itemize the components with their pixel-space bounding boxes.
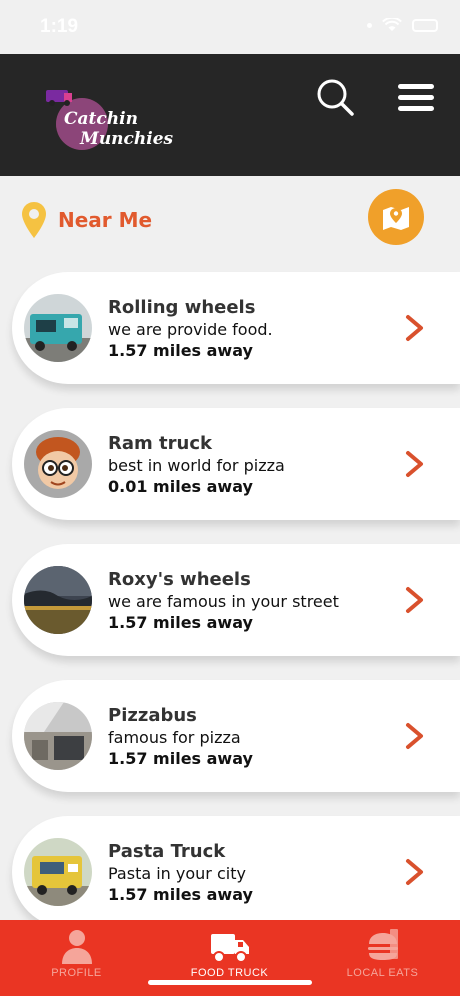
truck-card-rolling-wheels[interactable]: Rolling wheels we are provide food. 1.57… (12, 272, 460, 384)
truck-distance: 0.01 miles away (108, 477, 253, 496)
chevron-right-icon[interactable] (404, 858, 426, 886)
near-me-row: Near Me (22, 202, 152, 238)
app-header: Catchin Munchies (0, 54, 460, 176)
truck-description: best in world for pizza (108, 456, 285, 475)
truck-distance: 1.57 miles away (108, 613, 253, 632)
truck-card-pasta-truck[interactable]: Pasta Truck Pasta in your city 1.57 mile… (12, 816, 460, 928)
food-truck-list: Rolling wheels we are provide food. 1.57… (12, 272, 460, 952)
map-view-button[interactable] (368, 189, 424, 245)
status-time: 1:19 (40, 16, 79, 37)
truck-name: Rolling wheels (108, 297, 256, 318)
location-pin-icon (22, 202, 46, 238)
status-icons (367, 18, 438, 32)
home-indicator (148, 980, 312, 985)
truck-description: we are famous in your street (108, 592, 339, 611)
truck-description: Pasta in your city (108, 864, 246, 883)
truck-name: Pizzabus (108, 705, 197, 726)
truck-distance: 1.57 miles away (108, 749, 253, 768)
logo-text-2: Munchies (79, 129, 174, 149)
near-me-label: Near Me (58, 208, 153, 232)
truck-description: we are provide food. (108, 320, 273, 339)
truck-name: Roxy's wheels (108, 569, 251, 590)
tab-label: PROFILE (51, 967, 102, 979)
tab-label: LOCAL EATS (346, 967, 419, 979)
app-logo[interactable]: Catchin Munchies (42, 84, 182, 152)
truck-distance: 1.57 miles away (108, 341, 253, 360)
truck-name: Ram truck (108, 433, 212, 454)
map-icon (383, 207, 409, 230)
logo-text-1: Catchin (64, 109, 138, 129)
status-bar: 1:19 (0, 0, 460, 54)
truck-thumbnail (24, 702, 92, 770)
truck-card-ram-truck[interactable]: Ram truck best in world for pizza 0.01 m… (12, 408, 460, 520)
tab-local-eats[interactable]: LOCAL EATS (306, 920, 459, 996)
truck-description: famous for pizza (108, 728, 241, 747)
person-icon (61, 930, 92, 964)
truck-card-roxys-wheels[interactable]: Roxy's wheels we are famous in your stre… (12, 544, 460, 656)
search-icon[interactable] (314, 76, 356, 118)
chevron-right-icon[interactable] (404, 586, 426, 614)
wifi-icon (382, 18, 402, 31)
truck-thumbnail (24, 838, 92, 906)
burger-icon (367, 929, 398, 960)
battery-icon (412, 18, 438, 32)
truck-distance: 1.57 miles away (108, 885, 253, 904)
truck-thumbnail (24, 294, 92, 362)
tab-label: FOOD TRUCK (190, 967, 269, 979)
truck-name: Pasta Truck (108, 841, 226, 862)
hamburger-menu-icon[interactable] (396, 80, 436, 114)
truck-icon (210, 934, 249, 963)
truck-thumbnail (24, 430, 92, 498)
chevron-right-icon[interactable] (404, 450, 426, 478)
chevron-right-icon[interactable] (404, 722, 426, 750)
signal-icon (367, 22, 372, 28)
truck-thumbnail (24, 566, 92, 634)
truck-card-pizzabus[interactable]: Pizzabus famous for pizza 1.57 miles awa… (12, 680, 460, 792)
tab-profile[interactable]: PROFILE (0, 920, 153, 996)
chevron-right-icon[interactable] (404, 314, 426, 342)
